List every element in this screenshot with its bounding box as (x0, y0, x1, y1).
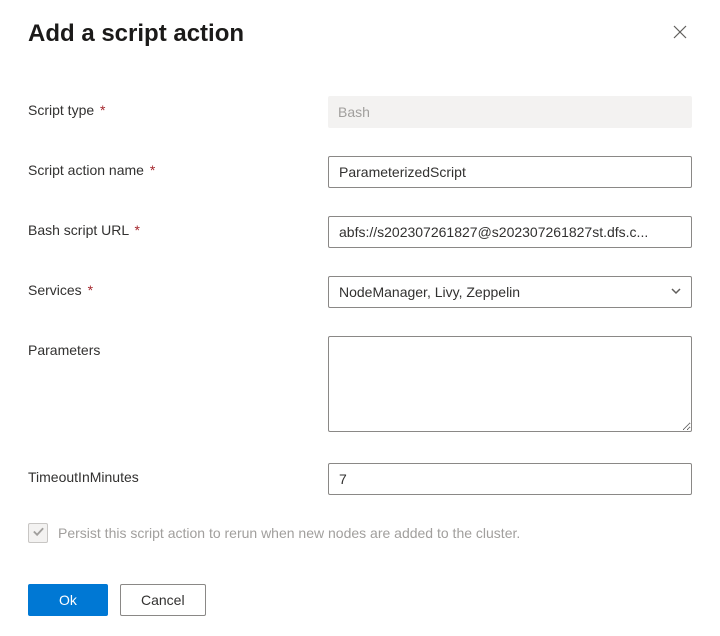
panel-title: Add a script action (28, 20, 244, 48)
label-script-action-name: Script action name * (28, 156, 328, 178)
script-action-name-input[interactable] (328, 156, 692, 188)
form-body: Script type * Bash Script action name * … (28, 96, 692, 576)
control-script-action-name (328, 156, 692, 188)
label-services: Services * (28, 276, 328, 298)
panel-header: Add a script action (28, 20, 692, 48)
timeout-input[interactable] (328, 463, 692, 495)
row-timeout: TimeoutInMinutes (28, 463, 692, 495)
control-script-type: Bash (328, 96, 692, 128)
row-services: Services * NodeManager, Livy, Zeppelin (28, 276, 692, 308)
services-select[interactable]: NodeManager, Livy, Zeppelin (328, 276, 692, 308)
label-parameters: Parameters (28, 336, 328, 358)
persist-checkbox (28, 523, 48, 543)
row-script-type: Script type * Bash (28, 96, 692, 128)
control-services: NodeManager, Livy, Zeppelin (328, 276, 692, 308)
cancel-button[interactable]: Cancel (120, 584, 206, 616)
close-button[interactable] (668, 20, 692, 48)
ok-button[interactable]: Ok (28, 584, 108, 616)
control-bash-script-url (328, 216, 692, 248)
services-select-display: NodeManager, Livy, Zeppelin (328, 276, 692, 308)
script-type-readonly: Bash (328, 96, 692, 128)
control-parameters (328, 336, 692, 435)
label-bash-script-url: Bash script URL * (28, 216, 328, 238)
row-bash-script-url: Bash script URL * (28, 216, 692, 248)
row-persist: Persist this script action to rerun when… (28, 523, 692, 543)
parameters-textarea[interactable] (328, 336, 692, 432)
label-script-type: Script type * (28, 96, 328, 118)
label-timeout: TimeoutInMinutes (28, 463, 328, 485)
add-script-action-panel: Add a script action Script type * Bash S… (0, 0, 720, 636)
persist-label: Persist this script action to rerun when… (58, 525, 520, 541)
close-icon (672, 27, 688, 44)
row-parameters: Parameters (28, 336, 692, 435)
control-timeout (328, 463, 692, 495)
row-script-action-name: Script action name * (28, 156, 692, 188)
panel-footer: Ok Cancel (28, 576, 692, 616)
check-icon (32, 525, 45, 541)
bash-script-url-input[interactable] (328, 216, 692, 248)
